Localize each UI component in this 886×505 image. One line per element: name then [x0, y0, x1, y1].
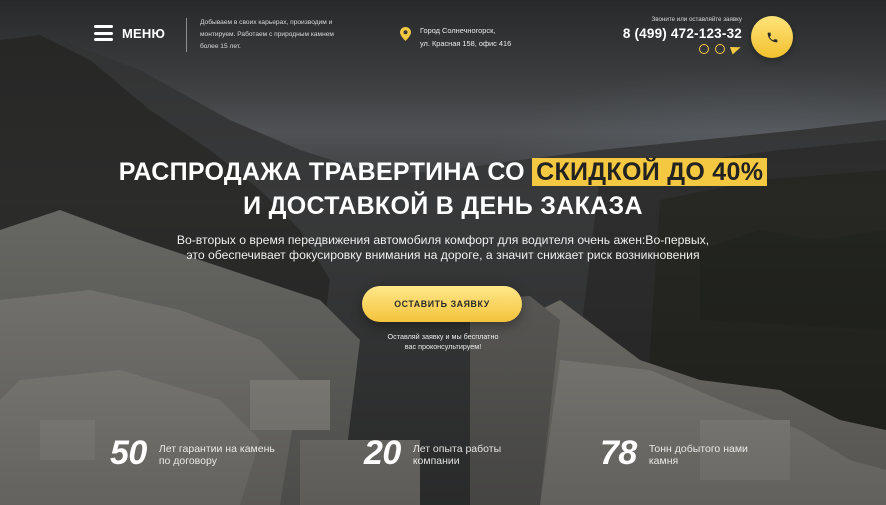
subtitle-line-2: это обеспечивает фокусировку внимания на… — [186, 248, 700, 262]
hero-headline-line-1: РАСПРОДАЖА ТРАВЕРТИНА СО СКИДКОЙ ДО 40% — [0, 158, 886, 187]
stat-warranty: 50 Лет гарантии на камень по договору — [110, 434, 299, 472]
messenger-icons — [623, 44, 742, 54]
submit-request-button[interactable]: ОСТАВИТЬ ЗАЯВКУ — [362, 286, 522, 322]
stat-label-line-2: компании — [412, 455, 460, 467]
stat-number: 50 — [110, 434, 147, 472]
address-block: Город Солнечногорск, ул. Красная 158, оф… — [400, 24, 511, 50]
location-pin-icon — [400, 27, 411, 41]
stat-label: Лет гарантии на камень по договору — [159, 443, 299, 467]
hero-headline-line-2: И ДОСТАВКОЙ В ДЕНЬ ЗАКАЗА — [243, 192, 643, 220]
company-tagline: Добываем в своих карьерах, производим и … — [200, 19, 334, 50]
address-line-1: Город Солнечногорск, — [420, 26, 496, 35]
phone-icon — [767, 32, 777, 42]
hamburger-icon — [94, 25, 113, 41]
cta-note-line-1: Оставляй заявку и мы бесплатно — [387, 332, 499, 341]
hero-subtitle: Во-вторых о время передвижения автомобил… — [0, 233, 886, 263]
headline-highlight: СКИДКОЙ ДО 40% — [532, 158, 768, 186]
cta-note: Оставляй заявку и мы бесплатно вас проко… — [0, 332, 886, 352]
stat-label: Тонн добытого нами камня — [649, 443, 789, 467]
whatsapp-icon[interactable] — [699, 44, 709, 54]
menu-button[interactable]: МЕНЮ — [94, 25, 165, 41]
headline-text: РАСПРОДАЖА ТРАВЕРТИНА СО — [118, 158, 533, 186]
viber-icon[interactable] — [715, 44, 725, 54]
stat-label-line-2: по договору — [158, 455, 217, 467]
stat-experience: 20 Лет опыта работы компании — [364, 434, 553, 472]
phone-number-link[interactable]: 8 (499) 472-123-32 — [623, 26, 742, 41]
stat-label: Лет опыта работы компании — [413, 443, 553, 467]
telegram-icon[interactable] — [731, 44, 742, 54]
contact-block: Звоните или оставляйте заявку 8 (499) 47… — [623, 16, 742, 54]
call-button[interactable] — [751, 16, 793, 58]
divider — [186, 18, 187, 52]
menu-label: МЕНЮ — [122, 25, 166, 41]
stat-label-line-1: Тонн добытого нами — [648, 443, 748, 455]
address-line-2: ул. Красная 158, офис 416 — [420, 39, 512, 48]
subtitle-line-1: Во-вторых о время передвижения автомобил… — [176, 233, 710, 247]
stat-number: 20 — [364, 434, 401, 472]
stat-label-line-1: Лет гарантии на камень — [158, 443, 275, 455]
stat-tonnage: 78 Тонн добытого нами камня — [600, 434, 789, 472]
cta-note-line-2: вас проконсультируем! — [404, 342, 482, 351]
call-note: Звоните или оставляйте заявку — [651, 16, 742, 23]
stat-label-line-1: Лет опыта работы — [412, 443, 502, 455]
stat-label-line-2: камня — [648, 455, 679, 467]
stat-number: 78 — [600, 434, 637, 472]
